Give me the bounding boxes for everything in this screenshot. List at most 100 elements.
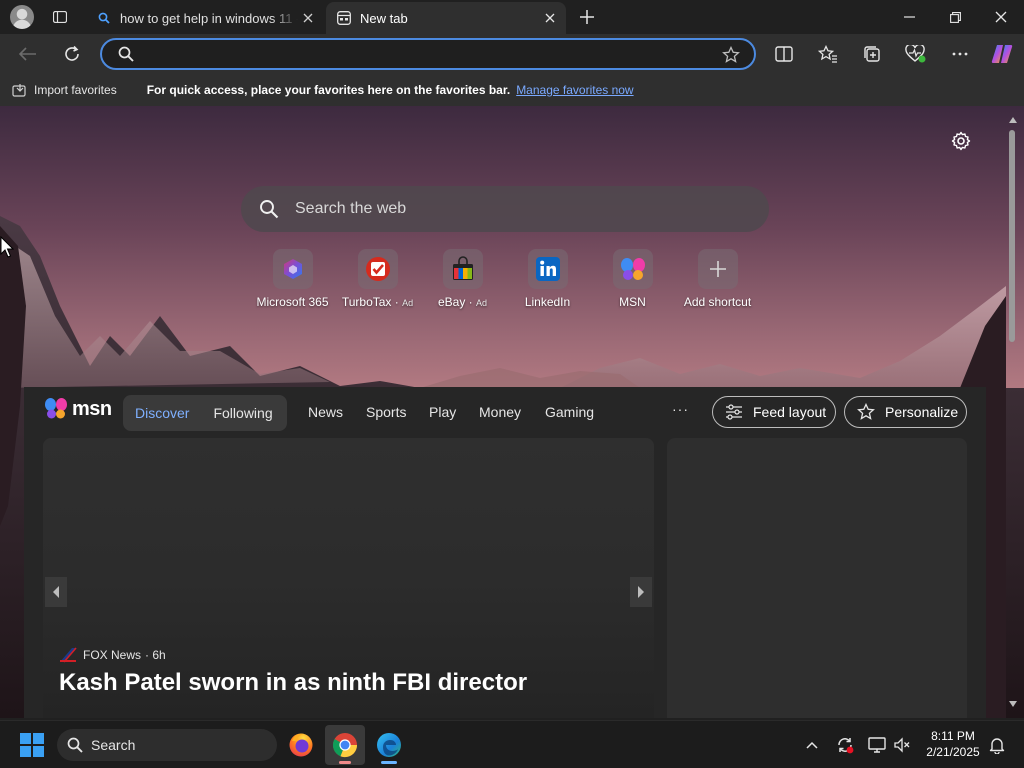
manage-favorites-link[interactable]: Manage favorites now — [516, 83, 633, 97]
import-favorites-label: Import favorites — [34, 83, 117, 97]
tab-discover[interactable]: Discover — [123, 405, 201, 421]
top-story-card[interactable]: FOX News · 6h Kash Patel sworn in as nin… — [43, 438, 654, 718]
microsoft-365-icon — [272, 249, 313, 289]
source-name: FOX News — [83, 648, 142, 662]
msn-logo[interactable]: msn — [44, 397, 112, 421]
search-icon — [260, 200, 279, 219]
tab-following[interactable]: Following — [201, 405, 284, 421]
restore-icon[interactable] — [932, 0, 978, 34]
msn-logo-text: msn — [72, 397, 112, 420]
nav-sports[interactable]: Sports — [366, 404, 406, 420]
page-settings-gear-icon[interactable] — [949, 129, 973, 153]
shortcut-label: LinkedIn — [524, 295, 571, 309]
fox-news-logo-icon — [60, 647, 77, 663]
back-arrow-icon[interactable] — [14, 40, 42, 68]
tab-strip: how to get help in windows 11 - Search N… — [0, 0, 1024, 34]
more-categories-button[interactable]: ··· — [672, 401, 689, 417]
refresh-icon[interactable] — [58, 40, 86, 68]
shortcut-label: Microsoft 365 — [256, 295, 329, 309]
sliders-icon — [726, 404, 742, 420]
firefox-icon[interactable] — [281, 725, 321, 765]
msn-butterfly-icon — [612, 249, 653, 289]
edge-icon[interactable] — [369, 725, 409, 765]
tab-title: how to get help in windows 11 - Search — [120, 10, 298, 26]
tab-actions-icon[interactable] — [48, 6, 72, 28]
nav-play[interactable]: Play — [429, 404, 456, 420]
close-tab-icon[interactable] — [298, 8, 318, 28]
shortcut-label: TurboTax · Ad — [341, 295, 414, 309]
copilot-icon[interactable] — [988, 40, 1016, 68]
msn-butterfly-icon — [45, 398, 67, 419]
close-tab-icon[interactable] — [540, 8, 560, 28]
system-clock[interactable]: 8:11 PM 2/21/2025 — [918, 728, 988, 760]
tab-title: New tab — [360, 10, 408, 26]
volume-muted-icon[interactable] — [892, 735, 912, 755]
web-search-placeholder: Search the web — [295, 200, 407, 217]
sync-update-icon[interactable] — [835, 735, 855, 755]
story-headline[interactable]: Kash Patel sworn in as ninth FBI directo… — [59, 669, 527, 697]
taskbar: Search 8:11 PM 2/21/2025 — [0, 720, 1024, 768]
tab-search-results[interactable]: how to get help in windows 11 - Search — [86, 2, 324, 34]
nav-money[interactable]: Money — [479, 404, 521, 420]
search-icon — [96, 10, 112, 26]
side-card[interactable] — [667, 438, 967, 718]
web-search-box[interactable]: Search the web — [241, 186, 769, 232]
address-input[interactable] — [146, 44, 706, 64]
shortcut-msn[interactable]: MSN — [590, 249, 675, 309]
shortcuts-row: Microsoft 365 TurboTax · Ad eBay · Ad Li… — [250, 249, 760, 319]
story-source: FOX News · 6h — [59, 647, 166, 663]
profile-avatar[interactable] — [10, 5, 34, 29]
feed-layout-label: Feed layout — [753, 404, 827, 420]
sparkle-star-icon — [857, 403, 875, 420]
shortcut-microsoft-365[interactable]: Microsoft 365 — [250, 249, 335, 309]
ebay-bag-icon — [442, 249, 483, 289]
new-tab-plus-icon[interactable] — [576, 6, 598, 28]
split-screen-icon[interactable] — [770, 40, 798, 68]
show-hidden-icons-chevron-icon[interactable] — [802, 735, 822, 755]
scroll-up-icon — [1009, 117, 1017, 123]
nav-gaming[interactable]: Gaming — [545, 404, 594, 420]
address-bar[interactable] — [100, 38, 756, 70]
add-shortcut-button[interactable]: Add shortcut — [675, 249, 760, 309]
notifications-bell-icon[interactable] — [987, 735, 1007, 755]
more-menu-icon[interactable] — [946, 40, 974, 68]
taskbar-search-box[interactable]: Search — [57, 729, 277, 761]
favorites-icon[interactable] — [814, 40, 842, 68]
scroll-thumb[interactable] — [1009, 130, 1015, 342]
shortcut-linkedin[interactable]: LinkedIn — [505, 249, 590, 309]
clock-date: 2/21/2025 — [926, 745, 980, 759]
collections-icon[interactable] — [858, 40, 886, 68]
nav-news[interactable]: News — [308, 404, 343, 420]
page-scrollbar[interactable] — [1006, 106, 1020, 718]
import-icon — [12, 84, 26, 97]
shortcut-label: Add shortcut — [683, 295, 752, 309]
chrome-icon[interactable] — [325, 725, 365, 765]
linkedin-icon — [527, 249, 568, 289]
personalize-button[interactable]: Personalize — [844, 396, 967, 428]
carousel-prev-icon[interactable] — [45, 577, 67, 607]
minimize-icon[interactable] — [886, 0, 932, 34]
search-icon — [118, 46, 134, 62]
import-favorites-button[interactable]: Import favorites — [12, 83, 117, 97]
scroll-down-icon — [1009, 701, 1017, 707]
story-age: · 6h — [145, 648, 166, 662]
favorite-star-icon[interactable] — [722, 46, 740, 64]
msn-feed: msn Discover Following News Sports Play … — [24, 387, 986, 718]
windows-start-icon[interactable] — [20, 733, 44, 757]
carousel-next-icon[interactable] — [630, 577, 652, 607]
search-icon — [67, 737, 83, 753]
network-display-icon[interactable] — [867, 735, 887, 755]
personalize-label: Personalize — [885, 404, 959, 420]
mouse-cursor-icon — [0, 236, 14, 258]
feed-mode-toggle: Discover Following — [123, 395, 287, 431]
new-tab-page: Search the web Microsoft 365 TurboTax · … — [0, 106, 1024, 718]
shortcut-turbotax[interactable]: TurboTax · Ad — [335, 249, 420, 309]
browser-essentials-icon[interactable] — [902, 40, 930, 68]
favorites-bar: Import favorites For quick access, place… — [0, 74, 1024, 106]
close-window-icon[interactable] — [978, 0, 1024, 34]
tab-new-tab[interactable]: New tab — [326, 2, 566, 34]
running-indicator — [339, 761, 351, 764]
feed-layout-button[interactable]: Feed layout — [712, 396, 836, 428]
shortcut-ebay[interactable]: eBay · Ad — [420, 249, 505, 309]
favorites-bar-message: For quick access, place your favorites h… — [146, 83, 511, 97]
